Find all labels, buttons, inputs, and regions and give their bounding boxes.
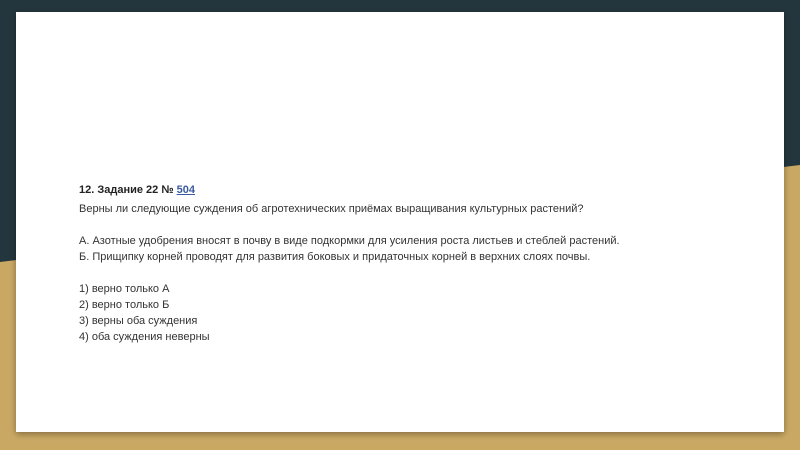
- answer-option-2: 2) верно только Б: [79, 299, 170, 311]
- task-question: Верны ли следующие суждения об агротехни…: [79, 203, 584, 215]
- task-content: 12. Задание 22 № 504 Верны ли следующие …: [79, 182, 759, 345]
- task-number-link[interactable]: 504: [177, 184, 195, 196]
- task-title: 12. Задание 22 № 504: [79, 182, 759, 198]
- answer-option-3: 3) верны оба суждения: [79, 315, 198, 327]
- statement-b: Б. Прищипку корней проводят для развития…: [79, 251, 591, 263]
- slide: 12. Задание 22 № 504 Верны ли следующие …: [16, 12, 784, 432]
- statement-a: А. Азотные удобрения вносят в почву в ви…: [79, 235, 620, 247]
- answer-option-4: 4) оба суждения неверны: [79, 331, 210, 343]
- task-heading: 12. Задание 22 №: [79, 184, 174, 196]
- answer-option-1: 1) верно только А: [79, 283, 170, 295]
